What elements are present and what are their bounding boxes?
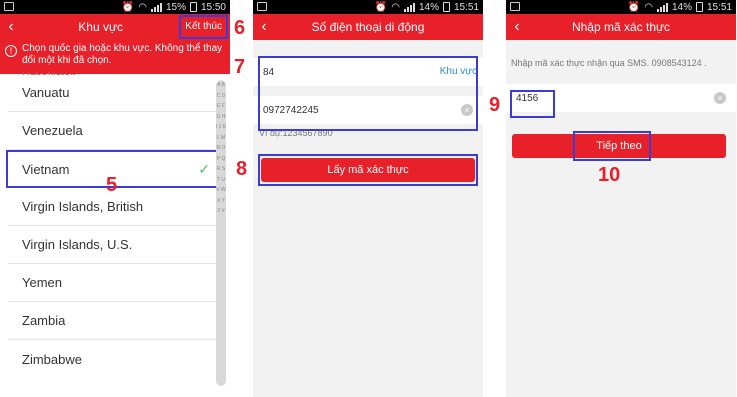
region-screen: ⏰ ◠ 15% 15:50 ‹ Khu vực Kết thúc ! Chọn … <box>0 0 230 397</box>
battery-icon <box>442 2 450 12</box>
battery-percent: 15% <box>165 1 186 13</box>
notification-icon <box>4 2 14 11</box>
app-bar: ‹ Nhập mã xác thực <box>506 14 736 40</box>
step-6-label: 6 <box>234 17 246 39</box>
phone-number-screen: ⏰ ◠ 14% 15:51 ‹ Số điện thoại di động 84… <box>253 0 483 397</box>
alarm-icon: ⏰ <box>627 1 641 13</box>
status-bar: ⏰ ◠ 14% 15:51 <box>506 0 736 14</box>
step-7-label: 7 <box>234 56 246 78</box>
battery-icon <box>189 2 197 12</box>
wifi-icon: ◠ <box>138 1 147 13</box>
country-item[interactable]: Venezuela <box>8 112 218 150</box>
battery-percent: 14% <box>671 1 692 13</box>
notice-banner: ! Chọn quốc gia hoặc khu vực. Không thể … <box>0 40 230 74</box>
verify-code-screen: ⏰ ◠ 14% 15:51 ‹ Nhập mã xác thực Nhập mã… <box>506 0 736 397</box>
highlight-box <box>258 154 478 186</box>
alarm-icon: ⏰ <box>121 1 135 13</box>
battery-percent: 14% <box>418 1 439 13</box>
clear-icon[interactable]: × <box>714 92 726 104</box>
alphabet-index-scrollbar[interactable]: A B C D E F G H I J K L M N O P Q R S T … <box>216 80 226 386</box>
info-icon: ! <box>5 45 17 57</box>
country-item[interactable]: Zimbabwe <box>8 340 218 378</box>
clock: 15:51 <box>706 1 732 13</box>
alarm-icon: ⏰ <box>374 1 388 13</box>
country-item[interactable]: Vanuatu <box>8 74 218 112</box>
highlight-box <box>573 131 651 161</box>
highlight-box <box>510 90 555 118</box>
wifi-icon: ◠ <box>391 1 400 13</box>
wifi-icon: ◠ <box>644 1 653 13</box>
status-bar: ⏰ ◠ 14% 15:51 <box>253 0 483 14</box>
notice-text: Chọn quốc gia hoặc khu vực. Không thể th… <box>22 43 223 66</box>
signal-icon <box>403 2 415 12</box>
app-bar: ‹ Khu vực Kết thúc <box>0 14 230 40</box>
status-bar: ⏰ ◠ 15% 15:50 <box>0 0 230 14</box>
notification-icon <box>257 2 267 11</box>
country-item[interactable]: Virgin Islands, U.S. <box>8 226 218 264</box>
page-title: Số điện thoại di động <box>311 20 425 34</box>
highlight-box <box>258 56 478 131</box>
checkmark-icon: ✓ <box>198 161 210 177</box>
country-item[interactable]: Zambia <box>8 302 218 340</box>
signal-icon <box>656 2 668 12</box>
step-9-label: 9 <box>489 94 501 116</box>
step-5-label: 5 <box>106 174 118 196</box>
done-button[interactable]: Kết thúc <box>179 15 228 39</box>
back-arrow-icon[interactable]: ‹ <box>0 14 22 40</box>
battery-icon <box>695 2 703 12</box>
back-arrow-icon[interactable]: ‹ <box>253 14 275 40</box>
back-arrow-icon[interactable]: ‹ <box>506 14 528 40</box>
clock: 15:50 <box>200 1 226 13</box>
step-10-label: 10 <box>598 164 621 186</box>
notification-icon <box>510 2 520 11</box>
signal-icon <box>150 2 162 12</box>
sms-instruction: Nhập mã xác thực nhận qua SMS. 090854312… <box>511 58 707 68</box>
country-item[interactable]: Yemen <box>8 264 218 302</box>
step-8-label: 8 <box>236 158 248 180</box>
app-bar: ‹ Số điện thoại di động <box>253 14 483 40</box>
clock: 15:51 <box>453 1 479 13</box>
page-title: Khu vực <box>78 20 123 34</box>
page-title: Nhập mã xác thực <box>571 20 671 34</box>
country-list: Vanuatu Venezuela Vietnam ✓ Virgin Island… <box>6 74 222 378</box>
